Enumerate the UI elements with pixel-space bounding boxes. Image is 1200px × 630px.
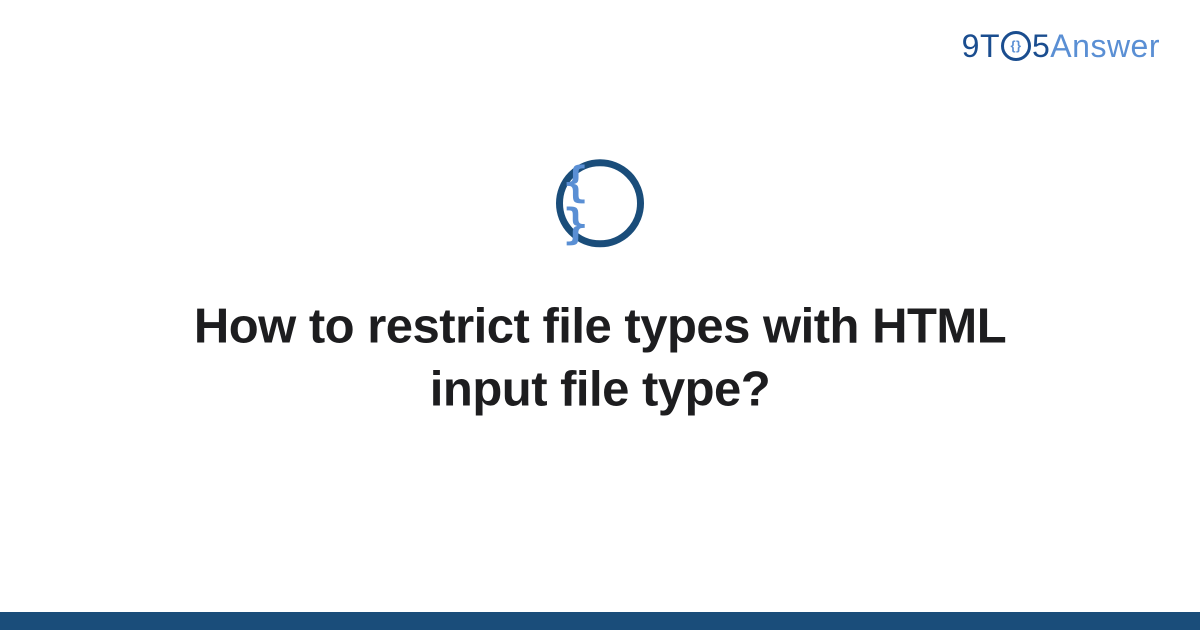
brand-logo: 9T {} 5 Answer (962, 28, 1160, 65)
code-braces-icon: { } (563, 161, 637, 245)
logo-text-5: 5 (1032, 28, 1050, 65)
logo-circle-icon: {} (1001, 31, 1031, 61)
logo-circle-glyph: {} (1010, 39, 1021, 52)
logo-text-answer: Answer (1050, 28, 1160, 65)
category-badge-icon: { } (556, 159, 644, 247)
main-content: { } How to restrict file types with HTML… (0, 159, 1200, 420)
logo-text-9t: 9T (962, 28, 1000, 65)
footer-accent-bar (0, 612, 1200, 630)
question-title: How to restrict file types with HTML inp… (150, 295, 1050, 420)
